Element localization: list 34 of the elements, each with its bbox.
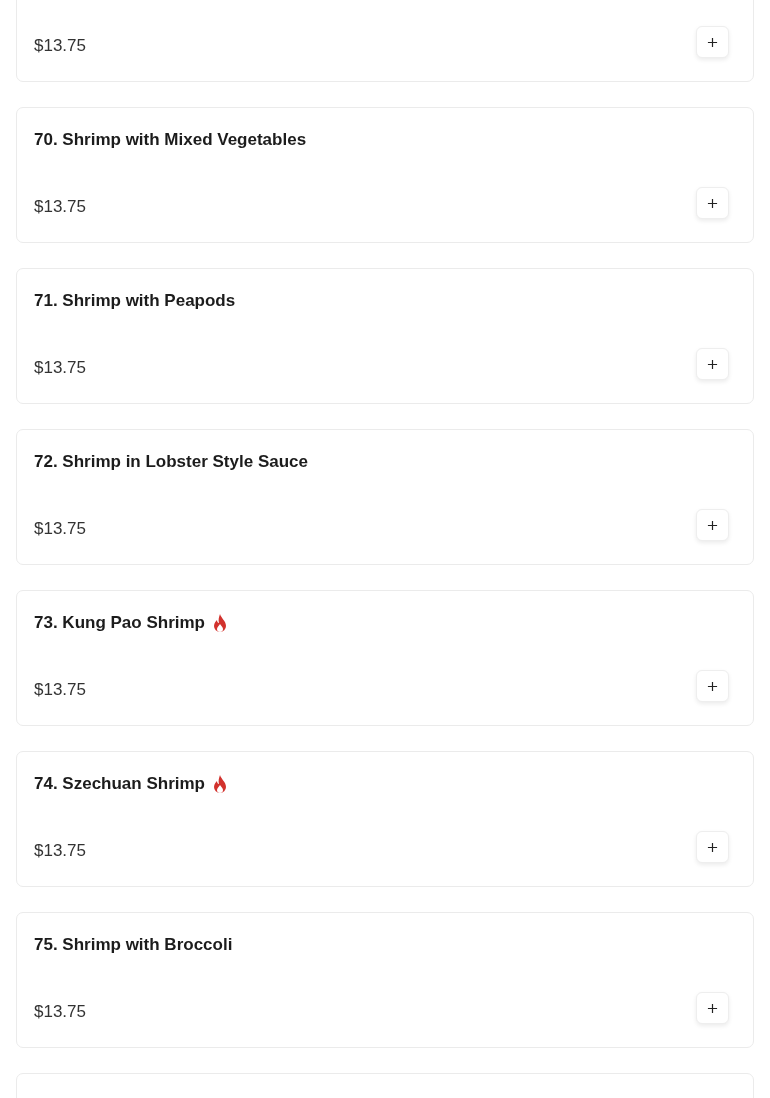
plus-icon	[707, 197, 718, 209]
price: $13.75	[34, 197, 86, 217]
menu-item-card[interactable]: 70. Shrimp with Mixed Vegetables $13.75	[16, 107, 754, 243]
price: $13.75	[34, 1002, 86, 1022]
add-button[interactable]	[696, 992, 729, 1024]
dish-name: 72. Shrimp in Lobster Style Sauce	[34, 452, 308, 472]
price: $13.75	[34, 841, 86, 861]
menu-item-card[interactable]: 75. Shrimp with Broccoli $13.75	[16, 912, 754, 1048]
dish-name: 73. Kung Pao Shrimp	[34, 613, 205, 633]
add-button[interactable]	[696, 509, 729, 541]
menu-item-card[interactable]: $13.75	[16, 0, 754, 82]
menu-item-card[interactable]: 73. Kung Pao Shrimp $13.75	[16, 590, 754, 726]
dish-name: 71. Shrimp with Peapods	[34, 291, 236, 311]
price: $13.75	[34, 680, 86, 700]
plus-icon	[707, 519, 718, 531]
dish-name: 70. Shrimp with Mixed Vegetables	[34, 130, 307, 150]
dish-name: 75. Shrimp with Broccoli	[34, 935, 233, 955]
add-button[interactable]	[696, 348, 729, 380]
add-button[interactable]	[696, 187, 729, 219]
menu-item-card[interactable]: 71. Shrimp with Peapods $13.75	[16, 268, 754, 404]
price: $13.75	[34, 36, 86, 56]
plus-icon	[707, 1002, 718, 1014]
plus-icon	[707, 680, 718, 692]
plus-icon	[707, 36, 718, 48]
menu-item-card[interactable]: 74. Szechuan Shrimp $13.75	[16, 751, 754, 887]
plus-icon	[707, 841, 718, 853]
menu-item-card[interactable]: 72. Shrimp in Lobster Style Sauce $13.75	[16, 429, 754, 565]
plus-icon	[707, 358, 718, 370]
price: $13.75	[34, 358, 86, 378]
add-button[interactable]	[696, 26, 729, 58]
add-button[interactable]	[696, 670, 729, 702]
add-button[interactable]	[696, 831, 729, 863]
dish-name: 74. Szechuan Shrimp	[34, 774, 205, 794]
price: $13.75	[34, 519, 86, 539]
